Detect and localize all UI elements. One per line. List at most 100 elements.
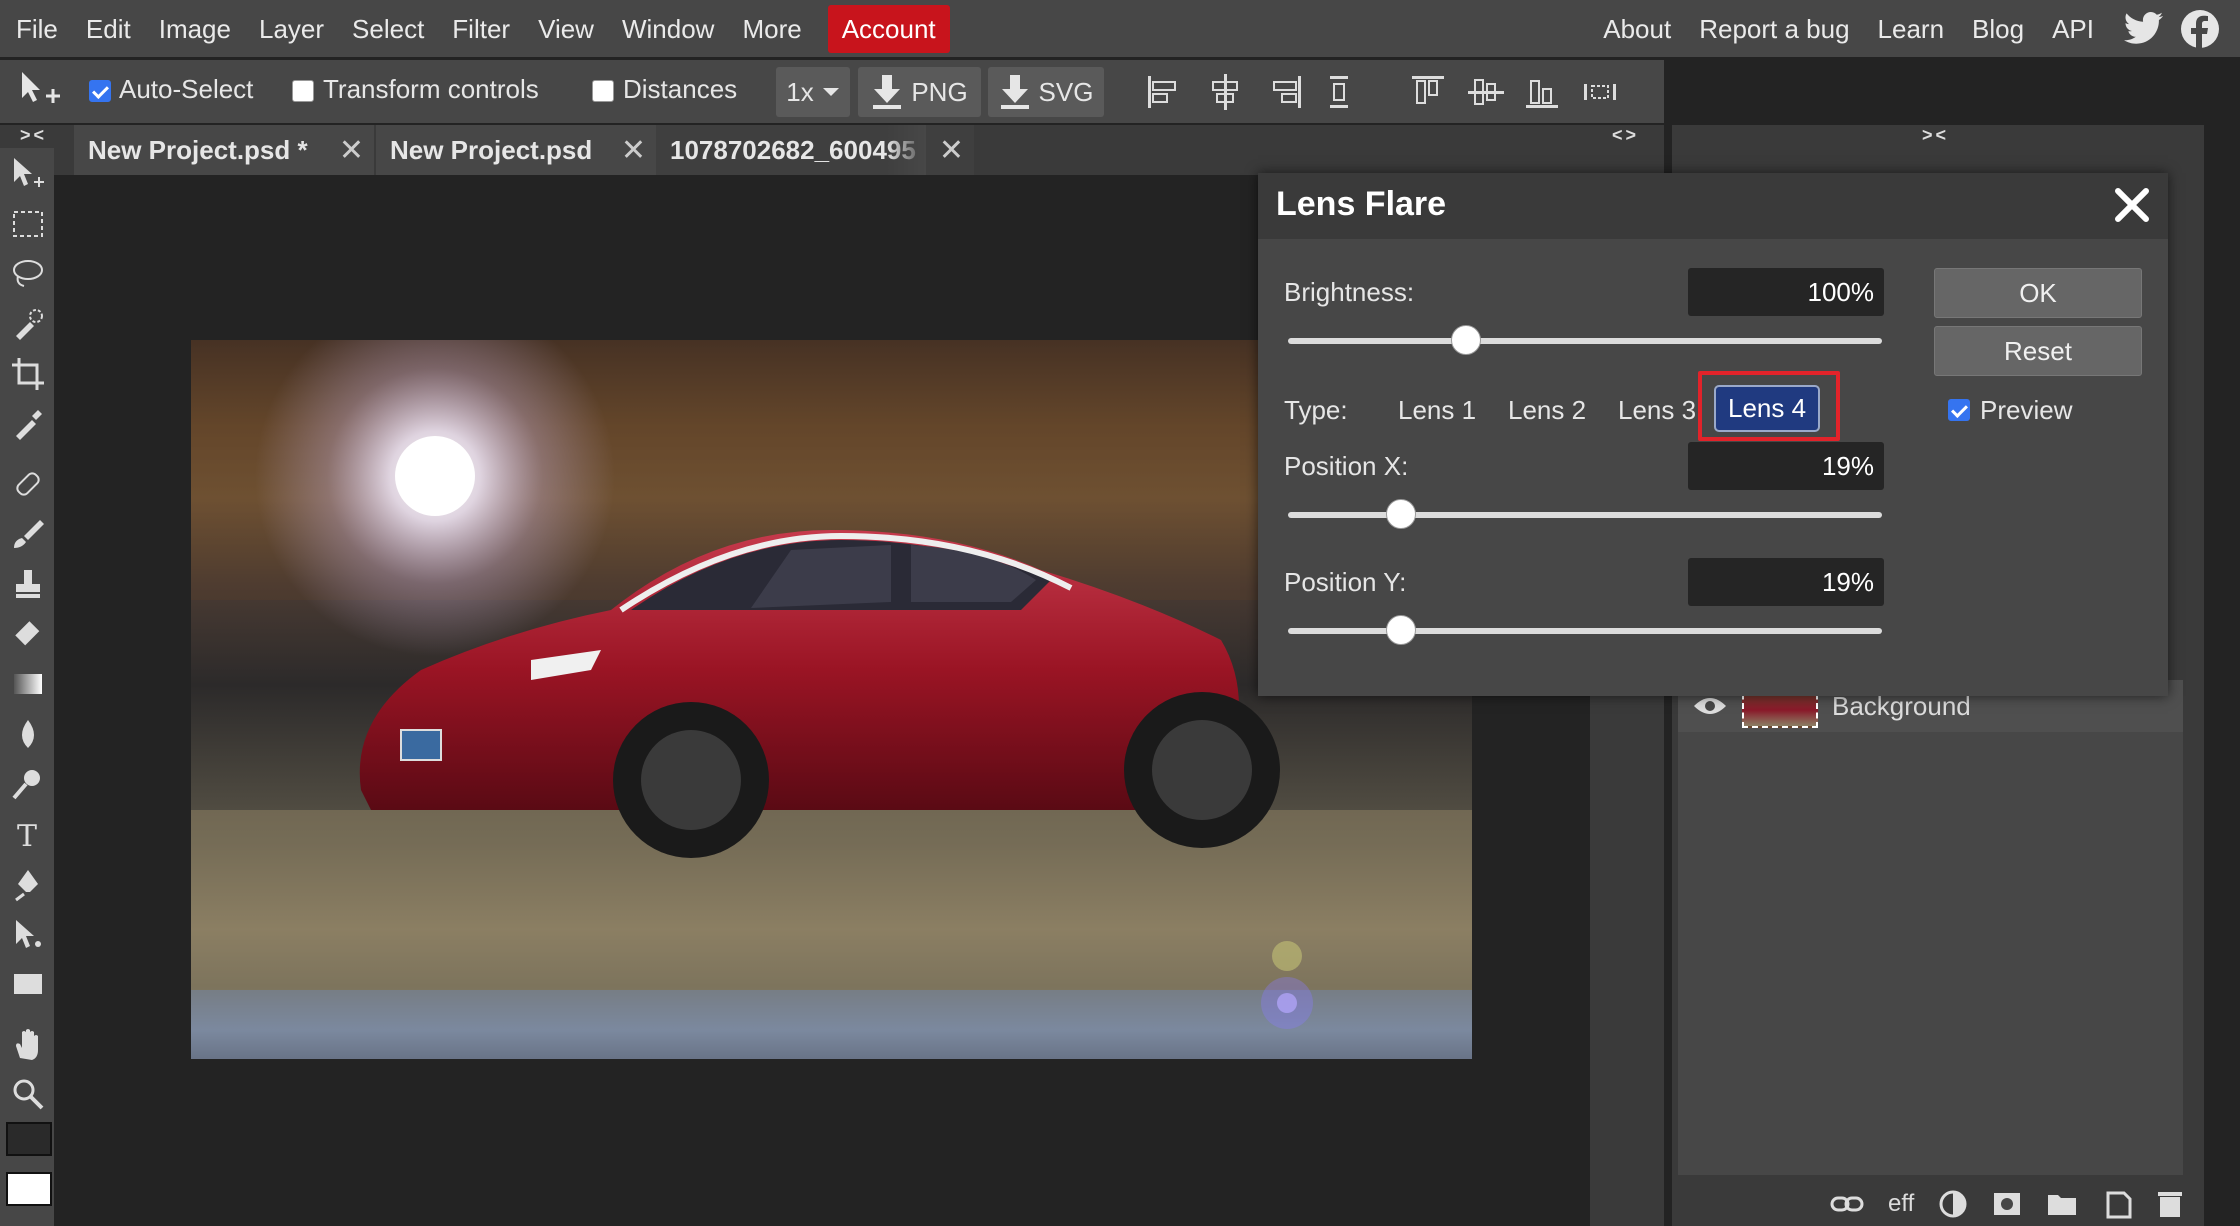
menu-api[interactable]: API <box>2038 5 2108 53</box>
menu-about[interactable]: About <box>1589 5 1685 53</box>
hand-tool-icon[interactable] <box>6 1022 50 1066</box>
lasso-tool-icon[interactable] <box>6 252 50 296</box>
position-y-slider[interactable] <box>1288 615 1882 645</box>
dodge-tool-icon[interactable] <box>6 762 50 806</box>
align-top-icon[interactable] <box>1408 72 1448 112</box>
tab-label: New Project.psd * <box>88 134 308 165</box>
eye-icon[interactable] <box>1692 694 1728 718</box>
align-bottom-icon[interactable] <box>1522 72 1562 112</box>
background-color-swatch[interactable] <box>6 1172 52 1206</box>
transform-controls-checkbox[interactable] <box>292 80 314 102</box>
menu-bar: File Edit Image Layer Select Filter View… <box>0 0 2240 57</box>
position-y-label: Position Y: <box>1284 567 1407 597</box>
path-select-tool-icon[interactable] <box>6 912 50 956</box>
crop-tool-icon[interactable] <box>6 352 50 396</box>
account-button[interactable]: Account <box>827 4 950 53</box>
collapse-right-toggle[interactable]: > < <box>1922 125 1946 146</box>
effects-button[interactable]: eff <box>1888 1190 1914 1218</box>
zoom-tool-icon[interactable] <box>6 1072 50 1116</box>
tab-new-project[interactable]: New Project.psd ✕ <box>376 125 656 175</box>
position-y-input[interactable]: 19% <box>1688 558 1884 606</box>
zoom-select[interactable]: 1x <box>776 67 850 117</box>
new-layer-icon[interactable] <box>2102 1189 2132 1219</box>
lens-type-3[interactable]: Lens 3 <box>1618 395 1696 426</box>
eyedropper-tool-icon[interactable] <box>6 402 50 446</box>
tab-image-file[interactable]: 1078702682_600495 ✕ <box>656 125 974 175</box>
menu-blog[interactable]: Blog <box>1958 5 2038 53</box>
type-label: Type: <box>1284 395 1348 425</box>
stamp-tool-icon[interactable] <box>6 562 50 606</box>
distances-checkbox[interactable] <box>592 80 614 102</box>
brush-tool-icon[interactable] <box>6 512 50 556</box>
mask-icon[interactable] <box>1992 1191 2022 1217</box>
adjustment-icon[interactable] <box>1938 1189 1968 1219</box>
eraser-tool-icon[interactable] <box>6 612 50 656</box>
close-icon[interactable] <box>2110 183 2154 227</box>
quick-select-tool-icon[interactable] <box>6 302 50 346</box>
menu-layer[interactable]: Layer <box>245 5 338 53</box>
brightness-label: Brightness: <box>1284 277 1415 307</box>
rectangle-tool-icon[interactable] <box>6 962 50 1006</box>
brightness-input[interactable]: 100% <box>1688 268 1884 316</box>
menu-file[interactable]: File <box>2 5 72 53</box>
brightness-slider[interactable] <box>1288 325 1882 355</box>
reset-button[interactable]: Reset <box>1934 326 2142 376</box>
blur-tool-icon[interactable] <box>6 712 50 756</box>
preview-checkbox[interactable] <box>1948 399 1970 421</box>
export-png-button[interactable]: PNG <box>858 67 981 117</box>
align-center-h-icon[interactable] <box>1205 72 1245 112</box>
move-tool-icon[interactable] <box>16 68 64 112</box>
position-y-slider-knob[interactable] <box>1385 615 1416 645</box>
position-x-slider-knob[interactable] <box>1385 499 1416 529</box>
menu-left: File Edit Image Layer Select Filter View… <box>0 0 950 57</box>
dialog-titlebar[interactable]: Lens Flare <box>1258 173 2168 239</box>
facebook-icon[interactable] <box>2180 9 2220 49</box>
distribute-h-icon[interactable] <box>1320 72 1360 112</box>
menu-image[interactable]: Image <box>145 5 245 53</box>
gradient-tool-icon[interactable] <box>6 662 50 706</box>
move-tool-icon[interactable] <box>6 152 50 196</box>
auto-select-checkbox[interactable] <box>89 80 111 102</box>
distribute-v-icon[interactable] <box>1580 72 1620 112</box>
document-tabbar: > < New Project.psd * ✕ New Project.psd … <box>0 125 1590 175</box>
menu-select[interactable]: Select <box>338 5 438 53</box>
preview-label: Preview <box>1980 395 2073 425</box>
lens-type-4[interactable]: Lens 4 <box>1713 385 1821 432</box>
link-icon[interactable] <box>1830 1194 1864 1214</box>
collapse-tools-toggle[interactable]: > < <box>20 125 44 146</box>
align-right-icon[interactable] <box>1265 72 1305 112</box>
marquee-tool-icon[interactable] <box>6 202 50 246</box>
trash-icon[interactable] <box>2156 1189 2184 1219</box>
menu-report-bug[interactable]: Report a bug <box>1685 5 1863 53</box>
options-toolbar: Auto-Select Transform controls Distances… <box>0 60 1664 123</box>
align-left-icon[interactable] <box>1144 72 1184 112</box>
collapse-panels-toggle[interactable]: < > <box>1612 125 1636 146</box>
dialog-title: Lens Flare <box>1276 185 1447 223</box>
menu-window[interactable]: Window <box>608 5 728 53</box>
ok-button[interactable]: OK <box>1934 268 2142 318</box>
brightness-slider-knob[interactable] <box>1451 325 1482 355</box>
menu-view[interactable]: View <box>524 5 608 53</box>
position-x-input[interactable]: 19% <box>1688 442 1884 490</box>
pen-tool-icon[interactable] <box>6 862 50 906</box>
folder-icon[interactable] <box>2046 1191 2078 1217</box>
align-middle-icon[interactable] <box>1466 72 1506 112</box>
tab-new-project-modified[interactable]: New Project.psd * ✕ <box>74 125 374 175</box>
lens-type-2[interactable]: Lens 2 <box>1508 395 1586 426</box>
foreground-color-swatch[interactable] <box>6 1122 52 1156</box>
close-icon[interactable]: ✕ <box>339 133 364 168</box>
menu-more[interactable]: More <box>728 5 815 53</box>
auto-select-label: Auto-Select <box>119 74 254 104</box>
close-icon[interactable]: ✕ <box>939 133 964 168</box>
twitter-icon[interactable] <box>2124 9 2164 49</box>
close-icon[interactable]: ✕ <box>621 133 646 168</box>
lens-type-1[interactable]: Lens 1 <box>1398 395 1476 426</box>
menu-filter[interactable]: Filter <box>438 5 524 53</box>
tab-label: New Project.psd <box>390 134 593 165</box>
type-tool-icon[interactable]: T <box>6 812 50 856</box>
menu-edit[interactable]: Edit <box>72 5 145 53</box>
export-svg-button[interactable]: SVG <box>988 67 1104 117</box>
healing-tool-icon[interactable] <box>6 462 50 506</box>
menu-learn[interactable]: Learn <box>1864 5 1959 53</box>
position-x-slider[interactable] <box>1288 499 1882 529</box>
